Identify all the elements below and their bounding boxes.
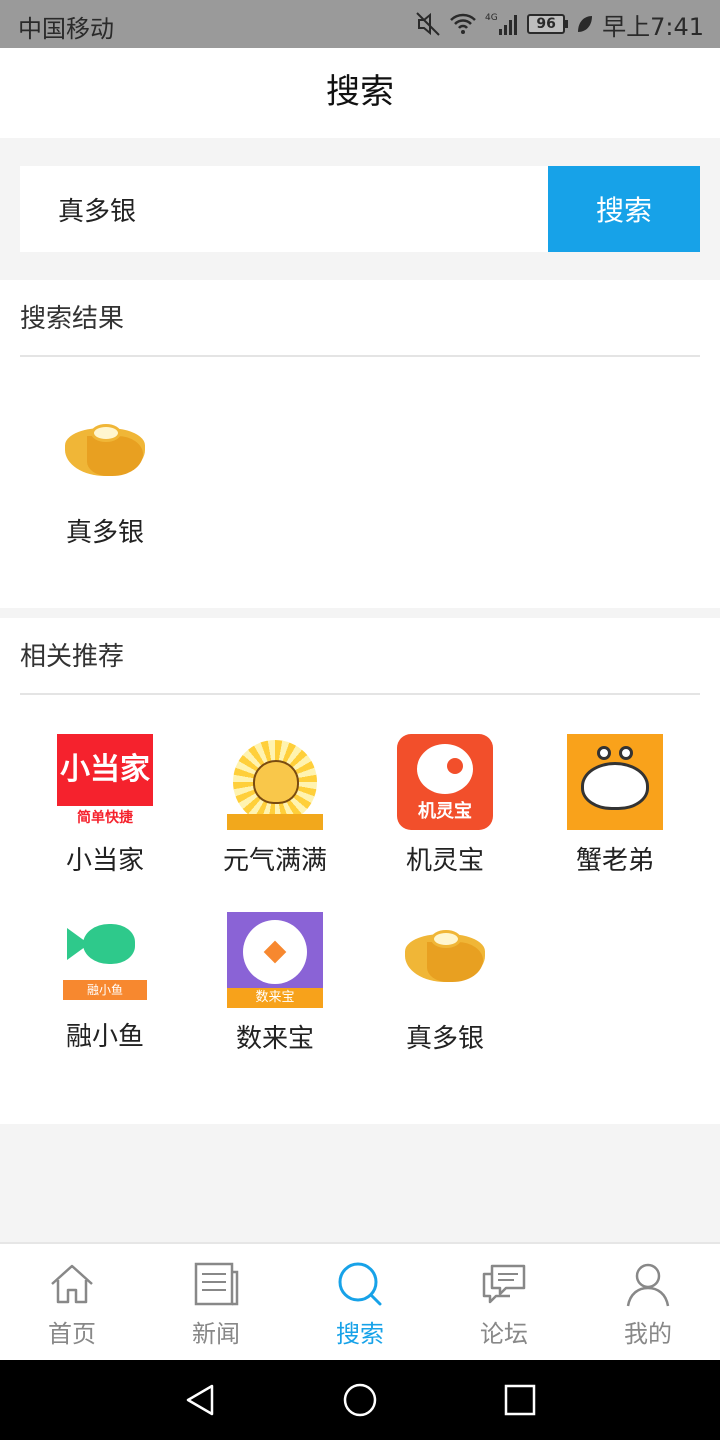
crab-icon [567,734,663,830]
app-name: 真多银 [65,518,144,548]
recents-icon[interactable] [502,1382,538,1418]
nav-item-profile[interactable]: 我的 [576,1244,720,1360]
clock: 早上7:41 [602,12,704,41]
cartoon-cat-icon [227,734,323,830]
fish-icon: 融小鱼 [57,910,153,1006]
news-icon [194,1262,239,1306]
recommend-app-xielaodi[interactable]: 蟹老弟 [530,734,700,877]
app-name: 机灵宝 [405,846,484,876]
bottom-nav: 首页 新闻 搜索 论坛 我的 [0,1242,720,1360]
status-bar: 中国移动 4G 96 早上7:41 [0,0,720,48]
carrier-label: 中国移动 [18,15,114,43]
battery-icon: 96 [527,14,569,34]
app-name: 真多银 [405,1024,484,1054]
recommend-app-rongxiaoyu[interactable]: 融小鱼 融小鱼 [20,910,190,1053]
recommend-title: 相关推荐 [20,642,125,672]
result-app-zhenduoyin[interactable]: 真多银 [20,406,190,549]
app-name: 融小鱼 [65,1022,144,1052]
app-name: 数来宝 [235,1024,314,1054]
dog-icon: 机灵宝 [397,734,493,830]
divider [20,355,700,357]
nav-item-home[interactable]: 首页 [0,1244,144,1360]
nav-label: 新闻 [192,1320,240,1348]
search-bar: 搜索 [0,138,720,280]
divider [20,693,700,695]
system-nav-bar [0,1360,720,1440]
nav-label: 论坛 [480,1320,528,1348]
home-circle-icon[interactable] [342,1382,378,1418]
app-name: 元气满满 [222,846,327,876]
results-title: 搜索结果 [20,304,125,334]
recommend-app-shulaibao[interactable]: 数来宝 数来宝 [190,912,360,1055]
ingot-icon [397,912,493,1008]
nav-item-forum[interactable]: 论坛 [432,1244,576,1360]
recommend-section: 相关推荐 小当家 简单快捷 小当家 元气满满 机灵宝 机灵宝 蟹老弟 融小鱼 融… [0,618,720,1124]
nav-item-news[interactable]: 新闻 [144,1244,288,1360]
app-name: 小当家 [65,846,144,876]
recommend-app-jilingbao[interactable]: 机灵宝 机灵宝 [360,734,530,877]
back-icon[interactable] [182,1382,218,1418]
search-button[interactable]: 搜索 [548,166,700,252]
svg-text:4G: 4G [485,13,498,23]
mute-icon [416,12,440,36]
recommend-app-xiaodangjia[interactable]: 小当家 简单快捷 小当家 [20,734,190,877]
nav-item-search[interactable]: 搜索 [288,1244,432,1360]
shulaibao-icon: 数来宝 [227,912,323,1008]
app-name: 蟹老弟 [575,846,654,876]
search-results-section: 搜索结果 真多银 [0,280,720,608]
signal-icon: 4G [485,13,518,35]
search-input[interactable] [20,166,548,252]
xiaodangjia-icon: 小当家 简单快捷 [57,734,153,830]
battery-level: 96 [527,14,566,34]
leaf-icon [578,16,593,32]
page-header: 搜索 [0,48,720,138]
wifi-icon [450,13,476,34]
recommend-app-zhenduoyin[interactable]: 真多银 [360,912,530,1055]
ingot-icon [57,406,153,502]
page-title: 搜索 [326,72,394,112]
nav-label: 搜索 [336,1320,384,1348]
search-icon [338,1262,382,1306]
status-icons: 4G 96 早上7:41 [415,8,704,41]
forum-icon [482,1264,526,1304]
home-icon [51,1264,93,1304]
user-icon [626,1263,670,1307]
nav-label: 首页 [48,1320,96,1348]
nav-label: 我的 [624,1320,672,1348]
recommend-app-yuanqimanman[interactable]: 元气满满 [190,734,360,877]
